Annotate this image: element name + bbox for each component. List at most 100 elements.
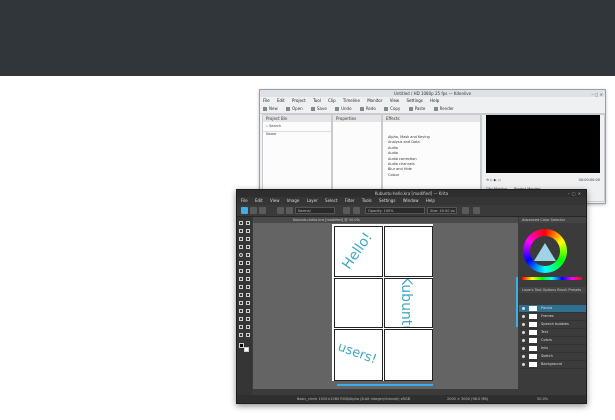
window-controls-icon[interactable]: – ▢ ✕ [591, 91, 603, 98]
freehand-path-icon[interactable] [239, 269, 243, 273]
copy-button[interactable]: Copy [384, 106, 400, 111]
wrap-icon[interactable] [473, 207, 480, 214]
menu-help[interactable]: Help [430, 98, 439, 103]
opacity-slider[interactable]: Opacity: 100% [365, 207, 425, 214]
menu-tools[interactable]: Tools [362, 198, 372, 203]
select-tool-icon[interactable] [239, 221, 243, 225]
brush-preset-icon[interactable] [343, 207, 350, 214]
gradient-tool-icon[interactable] [239, 285, 243, 289]
color-wheel[interactable] [523, 229, 567, 273]
contiguous-select-icon[interactable] [239, 325, 243, 329]
menu-edit[interactable]: Edit [277, 98, 285, 103]
menu-layer[interactable]: Layer [307, 198, 318, 203]
open-button[interactable]: Open [286, 106, 303, 111]
eye-icon[interactable] [522, 323, 525, 326]
similar-select-icon[interactable] [246, 325, 250, 329]
gradient-icon[interactable] [277, 207, 284, 214]
eye-icon[interactable] [522, 355, 525, 358]
canvas-area[interactable]: Kubuntu-hello.kra [modified] @ 50.0% Hel… [253, 217, 518, 389]
menu-file[interactable]: File [241, 198, 248, 203]
menu-settings[interactable]: Settings [379, 198, 395, 203]
line-tool-icon[interactable] [239, 245, 243, 249]
menu-help[interactable]: Help [426, 198, 435, 203]
eye-icon[interactable] [522, 307, 525, 310]
window-controls-icon[interactable]: –▢✕ [568, 190, 583, 197]
rectangle-tool-icon[interactable] [246, 245, 250, 249]
edit-shapes-icon[interactable] [246, 229, 250, 233]
save-button[interactable]: Save [310, 106, 327, 111]
polygon-tool-icon[interactable] [246, 253, 250, 257]
polygon-select-icon[interactable] [239, 317, 243, 321]
text-tool-icon[interactable] [239, 229, 243, 233]
monitor-timecode[interactable]: 00:00:00:00 [579, 177, 600, 183]
pattern-icon[interactable] [286, 207, 293, 214]
eye-icon[interactable] [522, 331, 525, 334]
blend-mode-select[interactable]: Normal [295, 207, 335, 214]
freehand-select-icon[interactable] [246, 317, 250, 321]
layer-row[interactable]: Frames [519, 313, 586, 321]
menu-timeline[interactable]: Timeline [343, 98, 360, 103]
menu-monitor[interactable]: Monitor [367, 98, 382, 103]
calligraphy-icon[interactable] [239, 237, 243, 241]
dynamic-brush-icon[interactable] [246, 269, 250, 273]
ellipse-select-icon[interactable] [246, 309, 250, 313]
layer-row[interactable]: Inks [519, 345, 586, 353]
ellipse-tool-icon[interactable] [239, 253, 243, 257]
layer-row[interactable]: Speech bubbles [519, 321, 586, 329]
mirror-icon[interactable] [462, 207, 469, 214]
assistant-tool-icon[interactable] [246, 293, 250, 297]
menu-clip[interactable]: Clip [328, 98, 336, 103]
fill-tool-icon[interactable] [239, 293, 243, 297]
new-button[interactable]: New [263, 106, 278, 111]
transform-tool-icon[interactable] [239, 277, 243, 281]
eye-icon[interactable] [522, 363, 525, 366]
menu-project[interactable]: Project [292, 98, 306, 103]
render-button[interactable]: Render [433, 106, 454, 111]
crop-tool-icon[interactable] [246, 277, 250, 281]
layer-row[interactable]: Sketch [519, 353, 586, 361]
menu-select[interactable]: Select [325, 198, 337, 203]
menu-tool[interactable]: Tool [313, 98, 321, 103]
hue-slider[interactable] [522, 277, 582, 280]
polyline-tool-icon[interactable] [239, 261, 243, 265]
menu-view[interactable]: View [390, 98, 400, 103]
menu-settings[interactable]: Settings [406, 98, 422, 103]
eraser-icon[interactable] [353, 207, 360, 214]
brush-tool-icon[interactable] [246, 237, 250, 241]
menu-edit[interactable]: Edit [255, 198, 263, 203]
color-triangle[interactable] [534, 243, 556, 261]
layer-row[interactable]: Panels [519, 305, 586, 313]
menu-image[interactable]: Image [287, 198, 300, 203]
play-icon[interactable]: ⟲ ▷ ▶ ◁ [486, 178, 500, 182]
horizontal-scrollbar[interactable] [337, 384, 433, 386]
pan-tool-icon[interactable] [246, 333, 250, 337]
color-picker-icon[interactable] [246, 285, 250, 289]
save-document-icon[interactable] [259, 207, 266, 214]
redo-button[interactable]: Redo [359, 106, 376, 111]
measure-tool-icon[interactable] [239, 301, 243, 305]
zoom-tool-icon[interactable] [239, 333, 243, 337]
bezier-tool-icon[interactable] [246, 261, 250, 265]
monitor-screen[interactable] [486, 115, 600, 173]
open-document-icon[interactable] [250, 207, 257, 214]
menu-window[interactable]: Window [403, 198, 419, 203]
document-tab[interactable]: Kubuntu-hello.kra [modified] @ 50.0% [253, 217, 518, 223]
paste-button[interactable]: Paste [408, 106, 425, 111]
eye-icon[interactable] [522, 339, 525, 342]
bin-search-input[interactable]: ⌕ Search [263, 124, 331, 129]
rect-select-icon[interactable] [239, 309, 243, 313]
list-item[interactable]: Colour [385, 173, 475, 178]
layer-row[interactable]: Colors [519, 337, 586, 345]
eye-icon[interactable] [522, 315, 525, 318]
reference-tool-icon[interactable] [246, 301, 250, 305]
status-zoom[interactable]: 50.0% [537, 395, 548, 403]
comic-page[interactable]: Hello! Kubuntu users! [332, 224, 433, 381]
size-slider[interactable]: Size: 40.00 px [427, 207, 457, 214]
bin-column-name[interactable]: Name [263, 131, 331, 137]
menu-view[interactable]: View [270, 198, 280, 203]
background-color-swatch[interactable] [244, 347, 249, 352]
undo-button[interactable]: Undo [335, 106, 352, 111]
eye-icon[interactable] [522, 347, 525, 350]
layer-row[interactable]: Text [519, 329, 586, 337]
menu-filter[interactable]: Filter [345, 198, 355, 203]
